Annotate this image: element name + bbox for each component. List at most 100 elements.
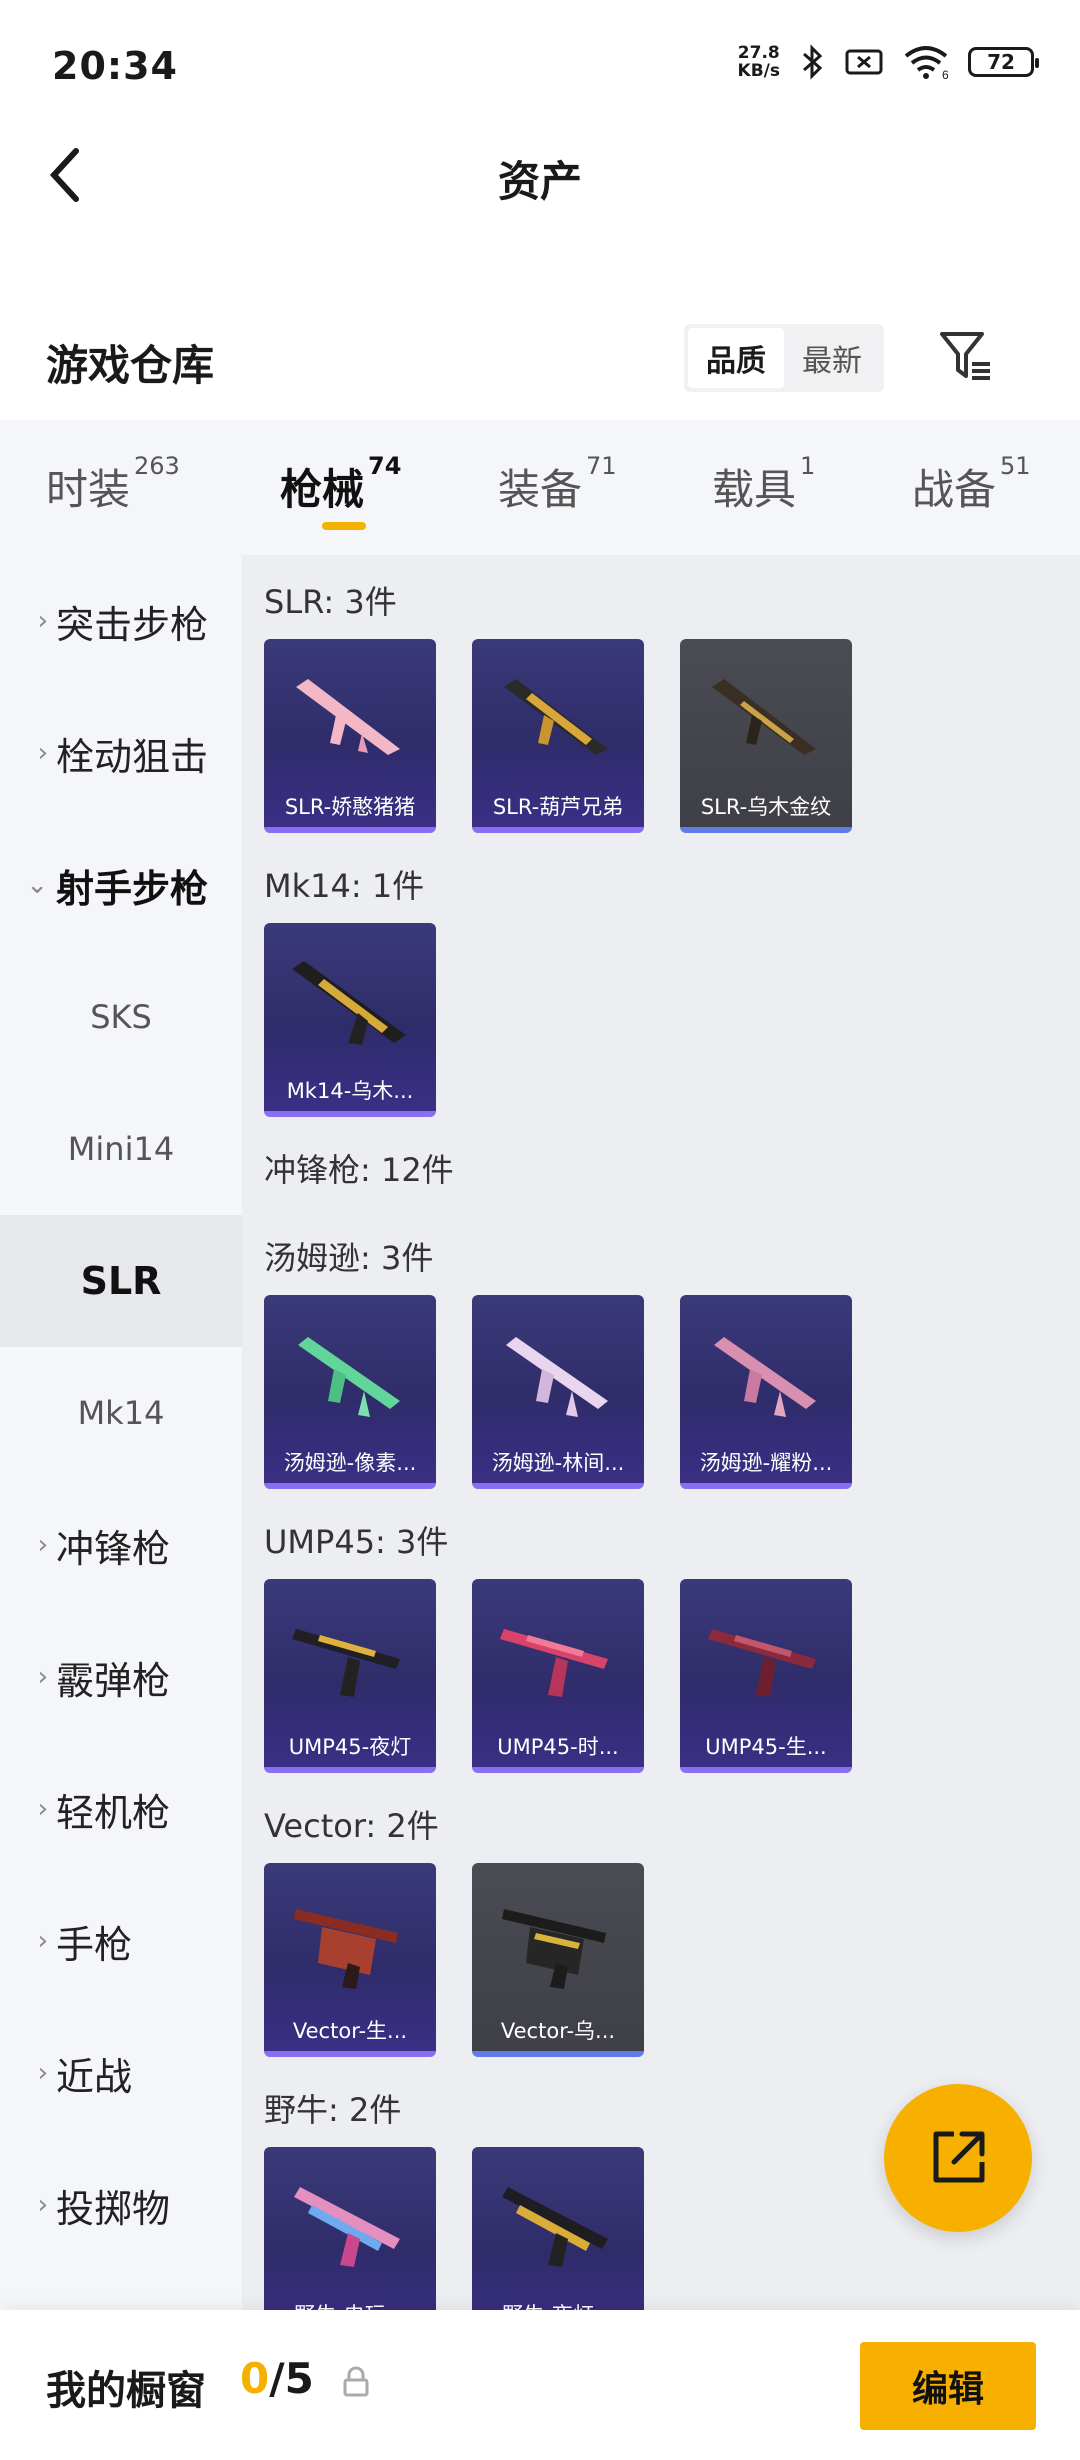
smg-icon xyxy=(708,1629,816,1697)
showcase-current: 0 xyxy=(240,2354,270,2403)
group-label-thompson: 汤姆逊: 3件 xyxy=(264,1239,434,1277)
smg-icon xyxy=(294,2187,400,2267)
lock-icon xyxy=(343,2366,369,2397)
side-item-smg[interactable]: › 冲锋枪 xyxy=(0,1479,242,1611)
side-item-label: 近战 xyxy=(56,2054,133,2099)
item-name: 汤姆逊-像素... xyxy=(283,1451,417,1475)
item-name: 野牛-夜灯... xyxy=(472,2299,644,2310)
chevron-right-icon: › xyxy=(37,738,48,768)
tab-vehicles[interactable]: 载具 1 xyxy=(712,452,815,517)
side-item-shotgun[interactable]: › 霰弹枪 xyxy=(0,1611,242,1743)
item-card[interactable]: 汤姆逊-林间... xyxy=(472,1295,644,1489)
item-card[interactable]: 野牛-夜灯... xyxy=(472,2147,644,2310)
item-name: Vector-乌... xyxy=(500,2019,616,2043)
side-sub-mk14[interactable]: Mk14 xyxy=(0,1347,242,1479)
side-item-label: 手枪 xyxy=(56,1922,133,1967)
item-name: Vector-生... xyxy=(292,2019,408,2043)
side-sub-slr[interactable]: SLR xyxy=(0,1215,242,1347)
chevron-right-icon: › xyxy=(37,1662,48,1692)
smg-icon xyxy=(502,1909,606,1989)
smg-icon xyxy=(714,1337,816,1417)
item-name: SLR-娇憨猪猪 xyxy=(284,795,416,819)
smg-icon xyxy=(506,1337,608,1417)
smg-icon xyxy=(292,1629,400,1697)
side-item-throwable[interactable]: › 投掷物 xyxy=(0,2139,242,2271)
tab-equipment[interactable]: 装备 71 xyxy=(498,452,617,517)
side-sub-mini14[interactable]: Mini14 xyxy=(0,1083,242,1215)
item-name: 汤姆逊-林间... xyxy=(491,1451,625,1475)
item-card[interactable]: SLR-乌木金纹 xyxy=(680,639,852,833)
side-item-marksman-rifle[interactable]: ⌄ 射手步枪 xyxy=(0,819,242,951)
item-card[interactable]: UMP45-时... xyxy=(472,1579,644,1773)
net-speed-unit: KB/s xyxy=(737,61,780,81)
tab-count: 71 xyxy=(586,452,617,480)
sort-option-quality[interactable]: 品质 xyxy=(688,328,784,388)
filter-icon xyxy=(940,332,990,380)
share-button[interactable] xyxy=(884,2084,1032,2232)
tab-fashion[interactable]: 时装 263 xyxy=(46,452,180,517)
side-item-lmg[interactable]: › 轻机枪 xyxy=(0,1743,242,1875)
side-sub-sks[interactable]: SKS xyxy=(0,951,242,1083)
status-bar: 20:34 27.8 KB/s 6 72 xyxy=(0,0,1080,130)
wifi-label: 6 xyxy=(942,68,949,80)
sim-off-icon xyxy=(845,49,883,75)
showcase-label: 我的橱窗 xyxy=(46,2368,206,2414)
item-name: UMP45-时... xyxy=(497,1735,619,1759)
side-item-label: 投掷物 xyxy=(56,2186,171,2231)
page-title: 资产 xyxy=(497,157,582,206)
tab-supplies[interactable]: 战备 51 xyxy=(912,452,1031,517)
side-item-label: 霰弹枪 xyxy=(56,1658,171,1703)
side-item-bolt-sniper[interactable]: › 栓动狙击 xyxy=(0,687,242,819)
group-label-mk14: Mk14: 1件 xyxy=(264,867,425,905)
showcase-separator: / xyxy=(269,2354,285,2403)
status-icons: 27.8 KB/s 6 72 xyxy=(738,44,1039,80)
item-name: 野牛-电玩... xyxy=(264,2299,436,2310)
tab-label: 战备 xyxy=(912,465,997,514)
item-name: SLR-葫芦兄弟 xyxy=(492,795,624,819)
chevron-down-icon: ⌄ xyxy=(26,870,48,900)
tab-weapons[interactable]: 枪械 74 xyxy=(280,452,401,517)
item-card[interactable]: 汤姆逊-耀粉... xyxy=(680,1295,852,1489)
battery-level: 72 xyxy=(987,50,1015,74)
top-nav: 资产 xyxy=(0,130,1080,225)
item-card[interactable]: 汤姆逊-像素... xyxy=(264,1295,436,1489)
item-grid: SLR: 3件 SLR-娇憨猪猪 SLR-葫芦兄弟 SLR-乌木金纹 Mk14:… xyxy=(242,555,1080,2310)
showcase-max: 5 xyxy=(284,2354,314,2403)
net-speed: 27.8 KB/s xyxy=(738,44,780,80)
group-label-smg: 冲锋枪: 12件 xyxy=(264,1151,454,1189)
item-card[interactable]: Mk14-乌木... xyxy=(264,923,436,1117)
tab-label: 载具 xyxy=(712,465,797,514)
item-card[interactable]: UMP45-夜灯 xyxy=(264,1579,436,1773)
side-item-pistol[interactable]: › 手枪 xyxy=(0,1875,242,2007)
smg-icon xyxy=(500,1629,608,1697)
battery-icon: 72 xyxy=(968,47,1039,77)
item-card[interactable]: Vector-生... xyxy=(264,1863,436,2057)
bluetooth-icon xyxy=(803,44,823,80)
edit-button[interactable]: 编辑 xyxy=(860,2342,1036,2430)
sort-option-newest[interactable]: 最新 xyxy=(784,328,880,388)
item-card[interactable]: SLR-娇憨猪猪 xyxy=(264,639,436,833)
category-tabs: 时装 263 枪械 74 装备 71 载具 1 战备 51 xyxy=(0,420,1080,555)
chevron-right-icon: › xyxy=(37,2058,48,2088)
item-name: UMP45-夜灯 xyxy=(288,1735,412,1759)
item-card[interactable]: 野牛-电玩... xyxy=(264,2147,436,2310)
side-item-melee[interactable]: › 近战 xyxy=(0,2007,242,2139)
smg-icon xyxy=(502,2187,608,2267)
net-speed-value: 27.8 xyxy=(737,43,780,63)
rifle-icon xyxy=(504,679,608,755)
item-name: 汤姆逊-耀粉... xyxy=(699,1451,833,1475)
item-card[interactable]: Vector-乌... xyxy=(472,1863,644,2057)
side-item-assault-rifle[interactable]: › 突击步枪 xyxy=(0,555,242,687)
group-label-vector: Vector: 2件 xyxy=(264,1807,439,1845)
showcase-count: 0/5 xyxy=(240,2354,314,2403)
chevron-right-icon: › xyxy=(37,1794,48,1824)
tab-count: 1 xyxy=(800,452,816,480)
item-card[interactable]: SLR-葫芦兄弟 xyxy=(472,639,644,833)
chevron-right-icon: › xyxy=(37,1926,48,1956)
item-card[interactable]: UMP45-生... xyxy=(680,1579,852,1773)
filter-button[interactable] xyxy=(934,324,998,388)
group-label-ump45: UMP45: 3件 xyxy=(264,1523,449,1561)
rifle-icon xyxy=(296,679,400,755)
item-name: SLR-乌木金纹 xyxy=(700,795,832,819)
share-external-icon xyxy=(933,2131,985,2183)
